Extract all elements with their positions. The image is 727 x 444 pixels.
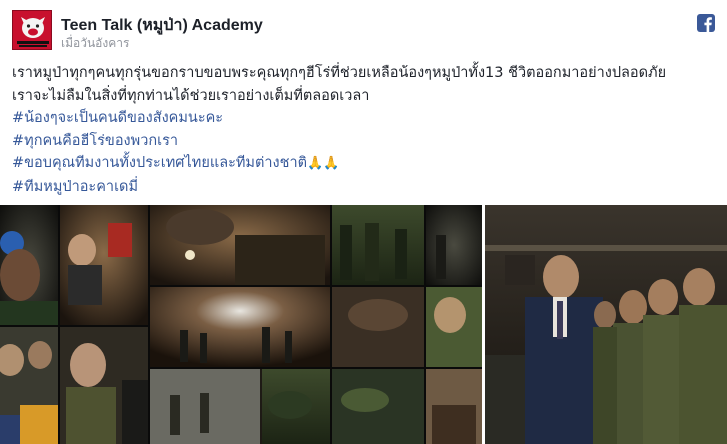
hashtag-link-3-text: #ขอบคุณทีมงานทั้งประเทศไทยและทีมต่างชาติ [12,155,308,171]
post-media [0,205,727,444]
facebook-post: Teen Talk (หมูป่า) Academy เมื่อวันอังคา… [0,0,727,444]
teen-talk-logo-icon [13,11,51,49]
rescue-collage-image[interactable] [0,205,482,444]
facebook-icon[interactable] [697,14,715,32]
post-header: Teen Talk (หมูป่า) Academy เมื่อวันอังคา… [12,10,717,54]
post-line-1: เราหมูป่าทุกๆคนทุกรุ่นขอกราบขอบพระคุณทุก… [12,65,667,81]
praying-hands-icon: 🙏🙏 [307,156,340,171]
officials-photo-graphic [485,205,727,444]
hashtag-link-1[interactable]: #น้องๆจะเป็นคนดีของสังคมนะคะ [12,107,717,130]
hashtag-link-2[interactable]: #ทุกคนคือฮีโร่ของพวกเรา [12,130,717,153]
page-avatar[interactable] [12,10,52,50]
hashtag-link-3[interactable]: #ขอบคุณทีมงานทั้งประเทศไทยและทีมต่างชาติ… [12,152,717,176]
officials-line-image[interactable] [485,205,727,444]
collage-photo-graphic [0,205,482,444]
hashtag-link-4[interactable]: #ทีมหมูป่าอะคาเดมี่ [12,176,717,199]
post-timestamp[interactable]: เมื่อวันอังคาร [61,34,129,53]
post-line-2: เราจะไม่ลืมในสิ่งที่ทุกท่านได้ช่วยเราอย่… [12,87,370,104]
facebook-f-icon [704,17,712,32]
post-body: เราหมูป่าทุกๆคนทุกรุ่นขอกราบขอบพระคุณทุก… [12,62,717,198]
